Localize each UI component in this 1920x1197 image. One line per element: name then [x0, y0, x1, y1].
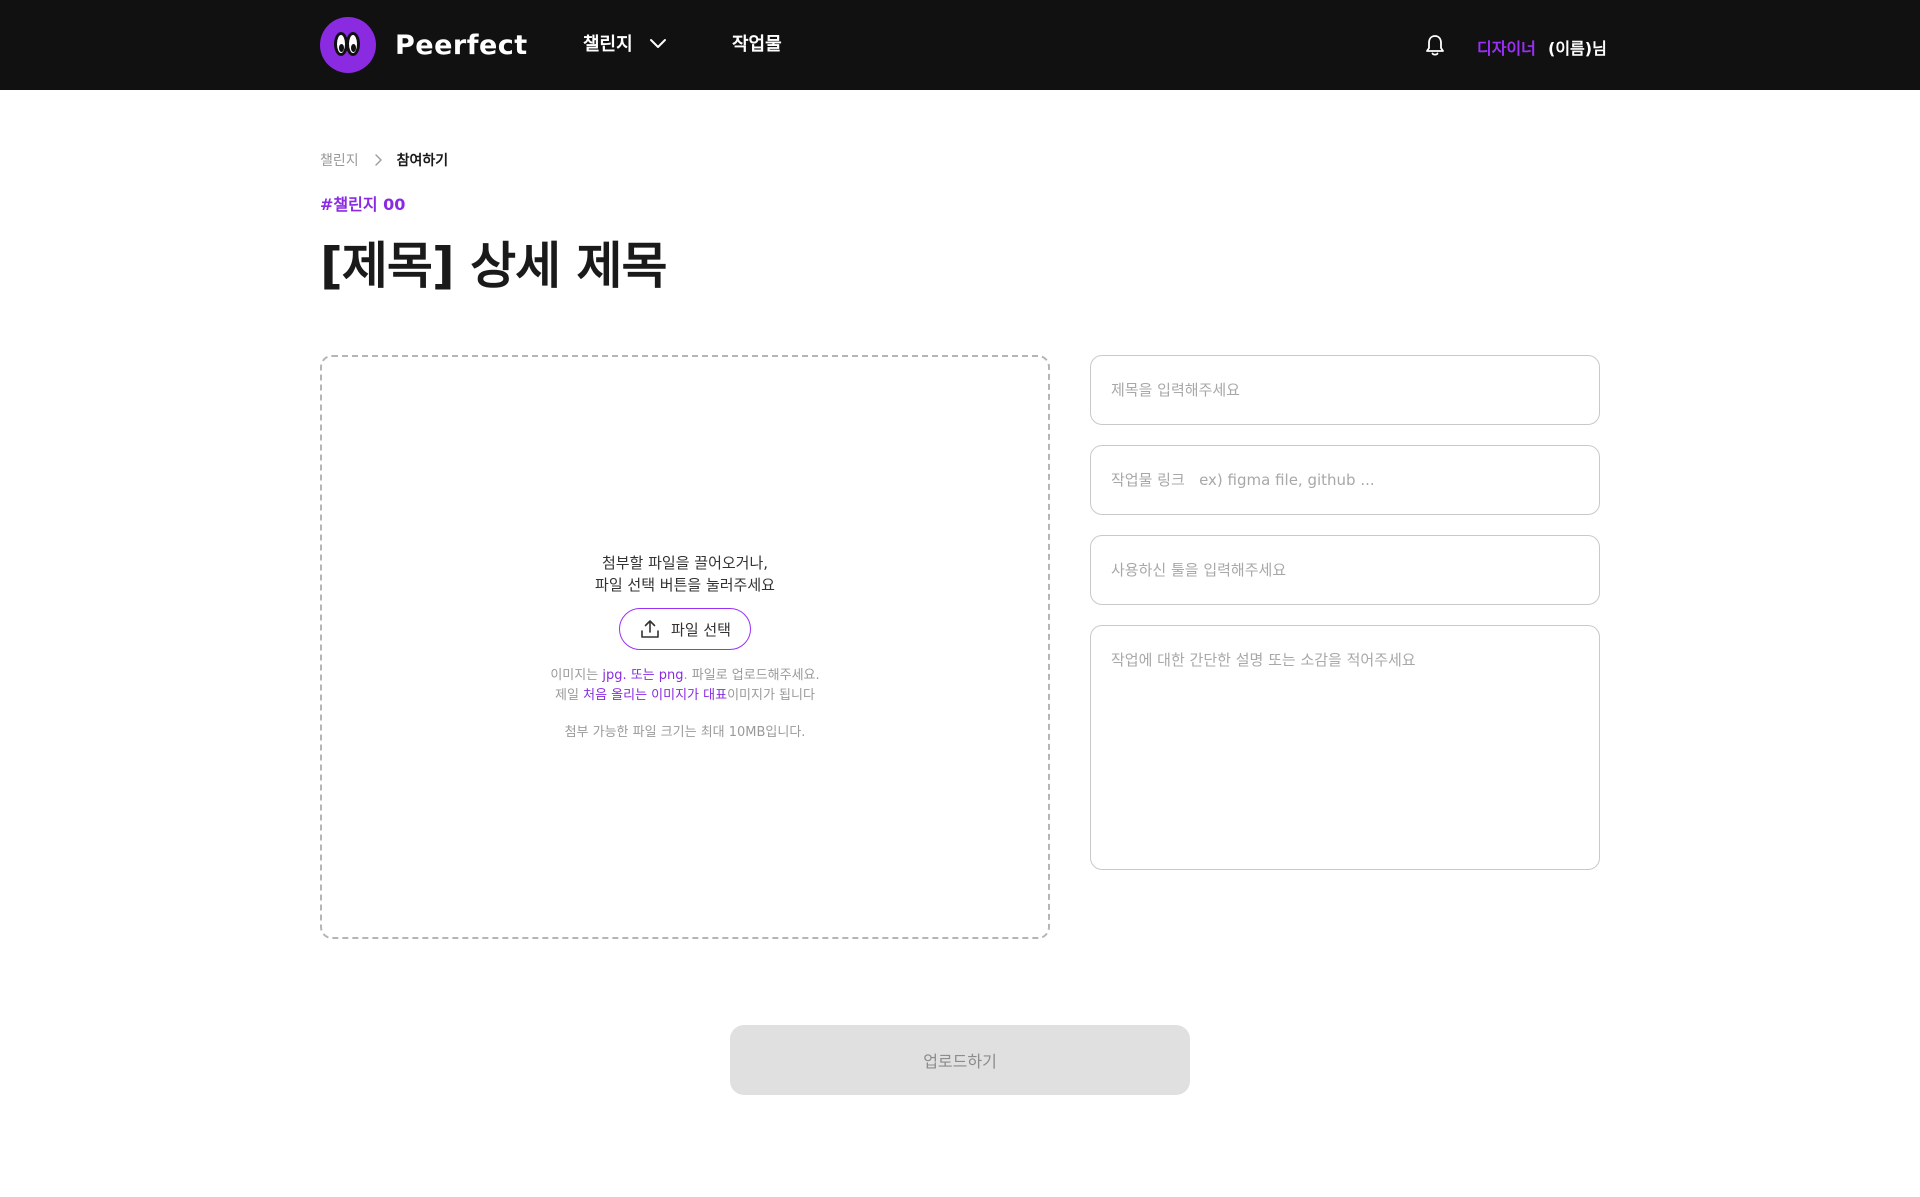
logo-text: Peerfect: [395, 29, 528, 61]
cover-note: 제일 처음 올리는 이미지가 대표이미지가 됩니다: [322, 686, 1048, 706]
cover-note-highlight: 처음 올리는 이미지가 대표: [583, 688, 728, 703]
tools-input[interactable]: [1090, 535, 1600, 605]
file-dropzone[interactable]: 첨부할 파일을 끌어오거나, 파일 선택 버튼을 눌러주세요 파일 선택 이미지…: [320, 355, 1050, 939]
challenge-tag: #챌린지 00: [320, 195, 406, 214]
chevron-down-icon: [649, 39, 666, 48]
nav-works[interactable]: 작업물: [732, 30, 782, 56]
size-note: 첨부 가능한 파일 크기는 최대 10MB입니다.: [564, 725, 806, 740]
logo[interactable]: Peerfect: [320, 17, 528, 73]
dropzone-content: 첨부할 파일을 끌어오거나, 파일 선택 버튼을 눌러주세요 파일 선택 이미지…: [322, 552, 1048, 740]
description-textarea[interactable]: [1090, 625, 1600, 870]
top-navbar: Peerfect 챌린지 작업물 디자이너 (이름)님: [0, 0, 1920, 90]
breadcrumb: 챌린지 참여하기: [320, 150, 448, 170]
nav-works-label: 작업물: [732, 34, 782, 55]
upload-submit-button[interactable]: 업로드하기: [730, 1025, 1190, 1095]
cover-note-prefix: 제일: [555, 688, 584, 703]
nav-challenge-dropdown[interactable]: 챌린지: [583, 30, 669, 56]
nav-challenge-label: 챌린지: [583, 34, 633, 55]
cover-note-suffix: 이미지가 됩니다: [727, 688, 815, 703]
dropzone-notes: 이미지는 jpg. 또는 png. 파일로 업로드해주세요. 제일 처음 올리는…: [322, 666, 1048, 706]
breadcrumb-challenge[interactable]: 챌린지: [320, 150, 359, 170]
work-link-input[interactable]: [1090, 445, 1600, 515]
file-select-button[interactable]: 파일 선택: [619, 608, 751, 650]
dropzone-instruction-1: 첨부할 파일을 끌어오거나,: [601, 554, 769, 572]
file-select-label: 파일 선택: [671, 620, 731, 639]
format-note: 이미지는 jpg. 또는 png. 파일로 업로드해주세요.: [322, 666, 1048, 686]
chevron-right-icon: [374, 154, 382, 166]
upload-icon: [641, 620, 659, 638]
breadcrumb-current: 참여하기: [396, 153, 449, 169]
dropzone-instruction-2: 파일 선택 버튼을 눌러주세요: [595, 576, 775, 594]
format-note-prefix: 이미지는: [550, 668, 603, 683]
logo-icon: [320, 17, 376, 73]
bell-icon[interactable]: [1424, 33, 1446, 57]
user-name[interactable]: (이름)님: [1548, 35, 1607, 59]
page-title: [제목] 상세 제목: [320, 237, 668, 295]
format-note-suffix: . 파일로 업로드해주세요.: [683, 668, 820, 683]
format-note-highlight: jpg. 또는 png: [602, 668, 684, 683]
title-input[interactable]: [1090, 355, 1600, 425]
user-role: 디자이너: [1477, 39, 1536, 58]
